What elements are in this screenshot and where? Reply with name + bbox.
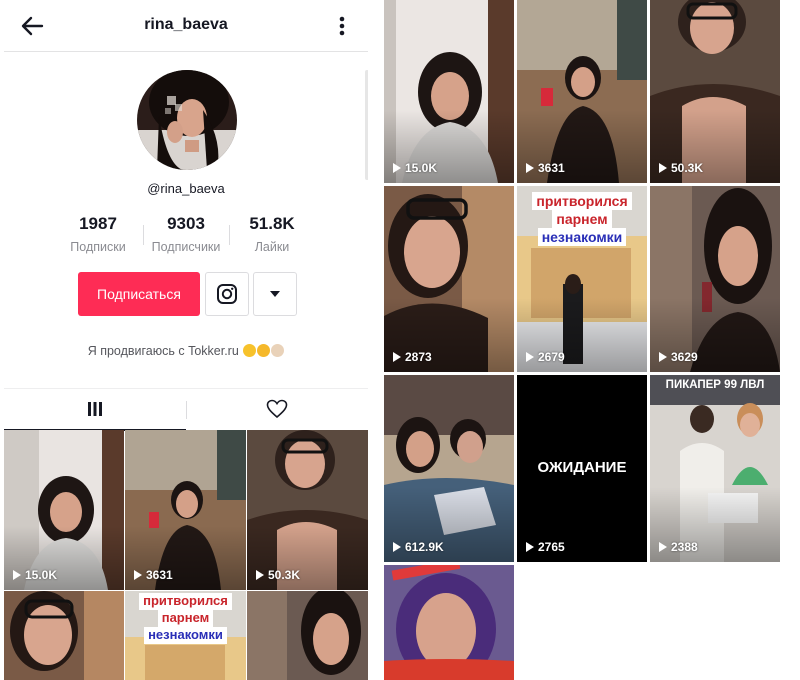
stat-following[interactable]: 1987 Подписки — [53, 214, 143, 254]
more-options-icon[interactable] — [330, 12, 354, 40]
tab-liked[interactable] — [186, 389, 368, 429]
play-icon — [526, 352, 534, 362]
bio-text: Я продвигаюсь с Tokker.ru — [87, 344, 239, 358]
avatar[interactable] — [137, 70, 237, 170]
scrollbar[interactable] — [365, 70, 368, 180]
view-count-value: 612.9K — [405, 540, 444, 554]
view-count-value: 50.3K — [268, 568, 301, 582]
play-icon — [256, 570, 264, 580]
stat-followers[interactable]: 9303 Подписчики — [141, 214, 231, 254]
caption-line: притворился — [139, 593, 232, 610]
grid-icon — [88, 402, 102, 416]
play-icon — [659, 542, 667, 552]
video-tile[interactable]: притворился парнем незнакомки 2679 — [517, 186, 647, 372]
instagram-icon — [217, 284, 237, 304]
caption-line: парнем — [552, 210, 612, 229]
play-icon — [393, 542, 401, 552]
video-caption: ПИКАПЕР 99 ЛВЛ — [665, 379, 765, 391]
video-tile[interactable]: 612.9K — [384, 375, 514, 562]
video-tile[interactable]: 3629 — [650, 186, 780, 372]
video-tile[interactable]: 3631 — [125, 430, 246, 590]
play-icon — [659, 163, 667, 173]
play-icon — [13, 570, 21, 580]
video-caption: притворился парнем незнакомки — [517, 192, 647, 247]
video-caption: притворился парнем незнакомки — [125, 593, 246, 644]
view-count: 50.3K — [659, 161, 703, 175]
video-tile[interactable]: 15.0K — [384, 0, 514, 183]
smiling-emoji-icon — [257, 344, 271, 357]
view-count: 2873 — [393, 350, 432, 364]
view-count: 15.0K — [13, 568, 57, 582]
follow-button[interactable]: Подписаться — [78, 272, 200, 316]
video-tile[interactable]: ОЖИДАНИЕ 2765 — [517, 375, 647, 562]
view-count: 3631 — [526, 161, 565, 175]
heart-icon — [266, 399, 288, 419]
video-tile[interactable]: 3631 — [517, 0, 647, 183]
view-count: 2388 — [659, 540, 698, 554]
view-count-value: 3631 — [538, 161, 565, 175]
stat-likes-value: 51.8K — [249, 214, 295, 233]
caption-line: парнем — [157, 609, 214, 627]
play-icon — [659, 352, 667, 362]
caption-line: незнакомки — [144, 626, 227, 644]
view-count-value: 2679 — [538, 350, 565, 364]
view-count-value: 2388 — [671, 540, 698, 554]
bio: Я продвигаюсь с Tokker.ru — [4, 344, 368, 358]
view-count: 15.0K — [393, 161, 437, 175]
caption-line: притворился — [532, 192, 632, 211]
stat-likes-label: Лайки — [254, 240, 290, 254]
view-count: 2679 — [526, 350, 565, 364]
stat-followers-label: Подписчики — [151, 240, 221, 254]
video-tile[interactable]: ПИКАПЕР 99 ЛВЛ 2388 — [650, 375, 780, 562]
video-caption: ОЖИДАНИЕ — [537, 459, 627, 476]
play-icon — [526, 163, 534, 173]
view-count: 3629 — [659, 350, 698, 364]
caption-line: незнакомки — [537, 228, 627, 247]
view-count-value: 3629 — [671, 350, 698, 364]
profile-handle: @rina_baeva — [147, 181, 225, 196]
view-count-value: 15.0K — [405, 161, 438, 175]
tab-videos[interactable] — [4, 389, 186, 429]
video-tile[interactable]: 15.0K — [4, 430, 124, 590]
top-bar: rina_baeva — [4, 0, 368, 52]
video-tile[interactable]: 50.3K — [247, 430, 368, 590]
heart-eyes-emoji-icon — [243, 344, 257, 357]
more-suggestions-button[interactable] — [253, 272, 297, 316]
view-count: 50.3K — [256, 568, 300, 582]
muscle-emoji-icon — [271, 344, 285, 357]
view-count: 612.9K — [393, 540, 444, 554]
play-icon — [134, 570, 142, 580]
video-tile[interactable]: 50.3K — [650, 0, 780, 183]
video-tile[interactable] — [247, 591, 368, 680]
profile-tabs — [4, 388, 368, 431]
view-count-value: 2873 — [405, 350, 432, 364]
caret-down-icon — [270, 291, 280, 297]
view-count-value: 15.0K — [25, 568, 58, 582]
video-tile[interactable] — [4, 591, 124, 680]
stat-following-label: Подписки — [70, 240, 126, 254]
view-count-value: 3631 — [146, 568, 173, 582]
video-grid-screen: 15.0K 3631 50.3K 2873 притворился парнем… — [384, 0, 780, 680]
view-count-value: 2765 — [538, 540, 565, 554]
view-count-value: 50.3K — [671, 161, 704, 175]
play-icon — [393, 352, 401, 362]
video-tile[interactable]: 2873 — [384, 186, 514, 372]
view-count: 3631 — [134, 568, 173, 582]
profile-screen: rina_baeva @rina_baeva 1987 Подписки 930… — [4, 0, 368, 680]
view-count: 2765 — [526, 540, 565, 554]
instagram-button[interactable] — [205, 272, 249, 316]
stat-followers-value: 9303 — [167, 214, 205, 233]
page-title: rina_baeva — [144, 16, 228, 33]
play-icon — [393, 163, 401, 173]
video-tile[interactable]: притворился парнем незнакомки — [125, 591, 246, 680]
stat-following-value: 1987 — [79, 214, 117, 233]
video-tile[interactable] — [384, 565, 514, 680]
play-icon — [526, 542, 534, 552]
stat-likes: 51.8K Лайки — [227, 214, 317, 254]
